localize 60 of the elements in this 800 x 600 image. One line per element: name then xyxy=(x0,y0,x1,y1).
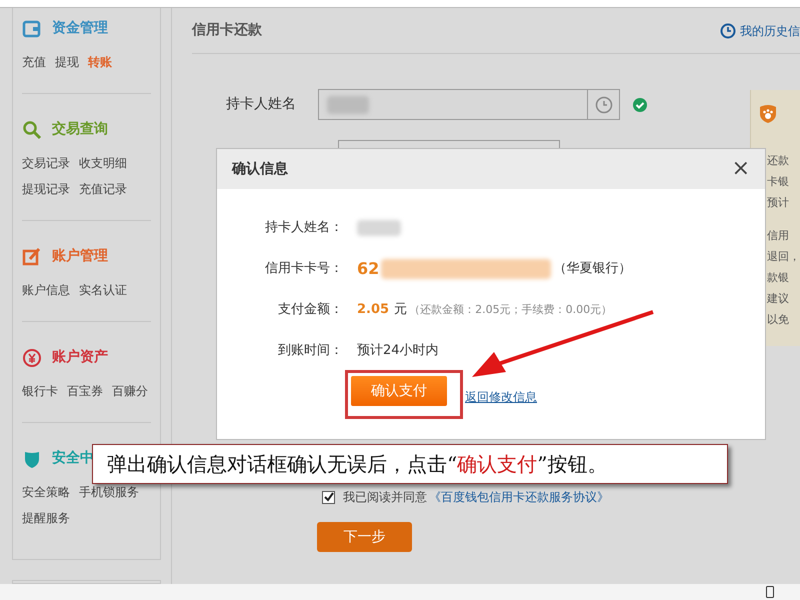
agreement-text: 我已阅读并同意 xyxy=(343,489,427,506)
info-text: 信用 xyxy=(767,228,790,244)
sidebar-link[interactable]: 提现 xyxy=(55,53,79,71)
sidebar-link[interactable]: 账户信息 xyxy=(22,281,70,299)
info-text: 建议 xyxy=(767,291,790,307)
row-label: 持卡人姓名： xyxy=(264,219,344,238)
checkmark-icon xyxy=(324,492,334,502)
amount-detail: （还款金额：2.05元；手续费：0.00元） xyxy=(409,302,612,318)
agreement-link[interactable]: 《百度钱包信用卡还款服务协议》 xyxy=(429,488,609,506)
dialog-title: 确认信息 xyxy=(232,160,288,178)
yen-coin-icon xyxy=(22,348,42,368)
caption-text: 弹出确认信息对话框确认无误后，点击“确认支付”按钮。 xyxy=(107,451,608,478)
arrival-time: 预计24小时内 xyxy=(357,342,439,360)
info-text: 预计 xyxy=(767,195,790,211)
back-edit-link[interactable]: 返回修改信息 xyxy=(465,388,537,406)
row-label: 支付金额： xyxy=(277,301,344,320)
row-label: 到账时间： xyxy=(277,342,344,360)
edit-icon xyxy=(22,246,42,266)
sidebar-link[interactable]: 提现记录 xyxy=(22,180,70,198)
clock-icon xyxy=(594,96,612,114)
blurred-block xyxy=(357,220,401,236)
section-title: 资金管理 xyxy=(52,19,108,38)
search-icon xyxy=(22,120,42,140)
sidebar-link[interactable]: 手机锁服务 xyxy=(79,483,139,501)
sidebar-link[interactable]: 安全策略 xyxy=(22,483,70,501)
bank-name: （华夏银行） xyxy=(553,260,632,278)
sidebar-link[interactable]: 充值记录 xyxy=(79,180,127,198)
clock-icon xyxy=(720,22,736,38)
info-text: 款银 xyxy=(767,270,790,286)
sidebar-link[interactable]: 收支明细 xyxy=(79,154,127,172)
section-title: 账户资产 xyxy=(52,348,108,367)
row-label: 信用卡卡号： xyxy=(264,260,344,278)
history-link[interactable]: 我的历史信 xyxy=(720,22,800,40)
sidebar-link[interactable]: 百宝券 xyxy=(67,382,103,400)
wallet-icon xyxy=(22,18,42,38)
info-text: 以免 xyxy=(767,312,790,328)
phone-icon xyxy=(766,586,774,598)
info-text: 退回， xyxy=(767,249,800,265)
field-label: 持卡人姓名 xyxy=(226,95,297,114)
section-title: 安全中 xyxy=(52,448,94,468)
sidebar-link[interactable]: 银行卡 xyxy=(22,382,58,400)
card-number: 62 xyxy=(357,258,380,280)
sidebar-link[interactable]: 交易记录 xyxy=(22,154,70,172)
sidebar-link[interactable]: 充值 xyxy=(22,53,46,71)
page-title: 信用卡还款 xyxy=(192,21,262,40)
shield-paw-icon xyxy=(759,104,777,124)
agreement-checkbox[interactable] xyxy=(322,490,335,504)
sidebar-link[interactable]: 百赚分 xyxy=(112,382,148,400)
name-field[interactable] xyxy=(318,89,620,120)
close-button[interactable]: × xyxy=(732,158,750,180)
info-text: 卡银 xyxy=(767,174,790,190)
amount-unit: 元 xyxy=(394,301,408,320)
section-title: 账户管理 xyxy=(52,246,108,266)
amount-value: 2.05 xyxy=(357,301,390,320)
sidebar-link[interactable]: 实名认证 xyxy=(79,281,127,299)
sidebar-link[interactable]: 提醒服务 xyxy=(22,509,70,527)
info-text: 还款 xyxy=(767,153,790,169)
next-button[interactable]: 下一步 xyxy=(317,522,412,552)
blurred-block xyxy=(327,96,369,114)
section-title: 交易查询 xyxy=(52,120,108,139)
